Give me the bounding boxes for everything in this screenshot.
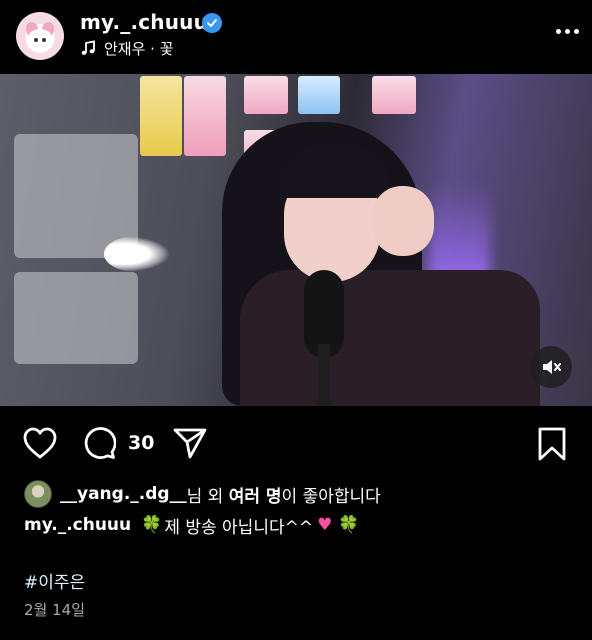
- caption-username[interactable]: my._.chuuu: [24, 515, 131, 535]
- share-icon[interactable]: [172, 426, 208, 460]
- music-note-icon: [81, 40, 95, 55]
- photo-sticker: [372, 76, 416, 114]
- streamer-body: [240, 270, 540, 406]
- comment-count[interactable]: 30: [128, 432, 154, 454]
- likes-summary[interactable]: __yang._.dg__ 님 외 여러 명 이 좋아합니다: [24, 480, 381, 508]
- audio-track-label: 안재우 · 꽃: [104, 39, 174, 58]
- profile-avatar[interactable]: [16, 12, 64, 60]
- post-header: my._.chuuu 안재우 · 꽃: [0, 0, 592, 74]
- post-caption: my._.chuuu 🍀 제 방송 아닙니다^^ ♥ 🍀: [24, 512, 362, 538]
- photo-sticker: [298, 76, 340, 114]
- comment-icon[interactable]: [82, 426, 116, 460]
- four-leaf-clover-icon: 🍀: [141, 515, 163, 535]
- avatar-face: [27, 29, 53, 51]
- mute-button[interactable]: [530, 346, 572, 388]
- likes-text-end: 이 좋아합니다: [281, 486, 381, 507]
- post-actions: 30: [0, 420, 592, 468]
- mute-icon: [543, 360, 561, 374]
- heart-icon[interactable]: [22, 426, 58, 460]
- liker-avatar[interactable]: [24, 480, 52, 508]
- liker-username[interactable]: __yang._.dg__: [60, 484, 187, 504]
- post-media[interactable]: [0, 74, 592, 406]
- post-username[interactable]: my._.chuuu: [80, 10, 208, 34]
- bookmark-icon[interactable]: [536, 426, 568, 462]
- photo-sticker: [184, 76, 226, 156]
- streamer-hand: [372, 186, 434, 256]
- likes-text-mid: 님 외: [186, 486, 229, 507]
- avatar-eye-left: [34, 38, 38, 42]
- hashtag-link[interactable]: #이주은: [24, 568, 85, 593]
- more-dot: [574, 28, 579, 34]
- post-date: 2월 14일: [24, 601, 85, 619]
- more-dot: [565, 28, 570, 34]
- photo-sticker: [244, 76, 288, 114]
- photo-sticker: [140, 76, 182, 156]
- more-dot: [556, 28, 561, 34]
- wing-decoration: [104, 236, 170, 272]
- likes-others[interactable]: 여러 명: [229, 482, 282, 507]
- overlay-panel-bottom: [14, 272, 138, 364]
- microphone-stand: [318, 344, 330, 406]
- verified-badge-icon: [202, 13, 222, 33]
- avatar-eye-right: [42, 38, 46, 42]
- caption-text: 제 방송 아닙니다^^: [164, 517, 314, 538]
- more-options-icon[interactable]: [556, 26, 582, 36]
- four-leaf-clover-icon: 🍀: [338, 515, 360, 535]
- pink-heart-icon: ♥: [317, 515, 333, 535]
- audio-track-link[interactable]: 안재우 · 꽃: [80, 38, 174, 58]
